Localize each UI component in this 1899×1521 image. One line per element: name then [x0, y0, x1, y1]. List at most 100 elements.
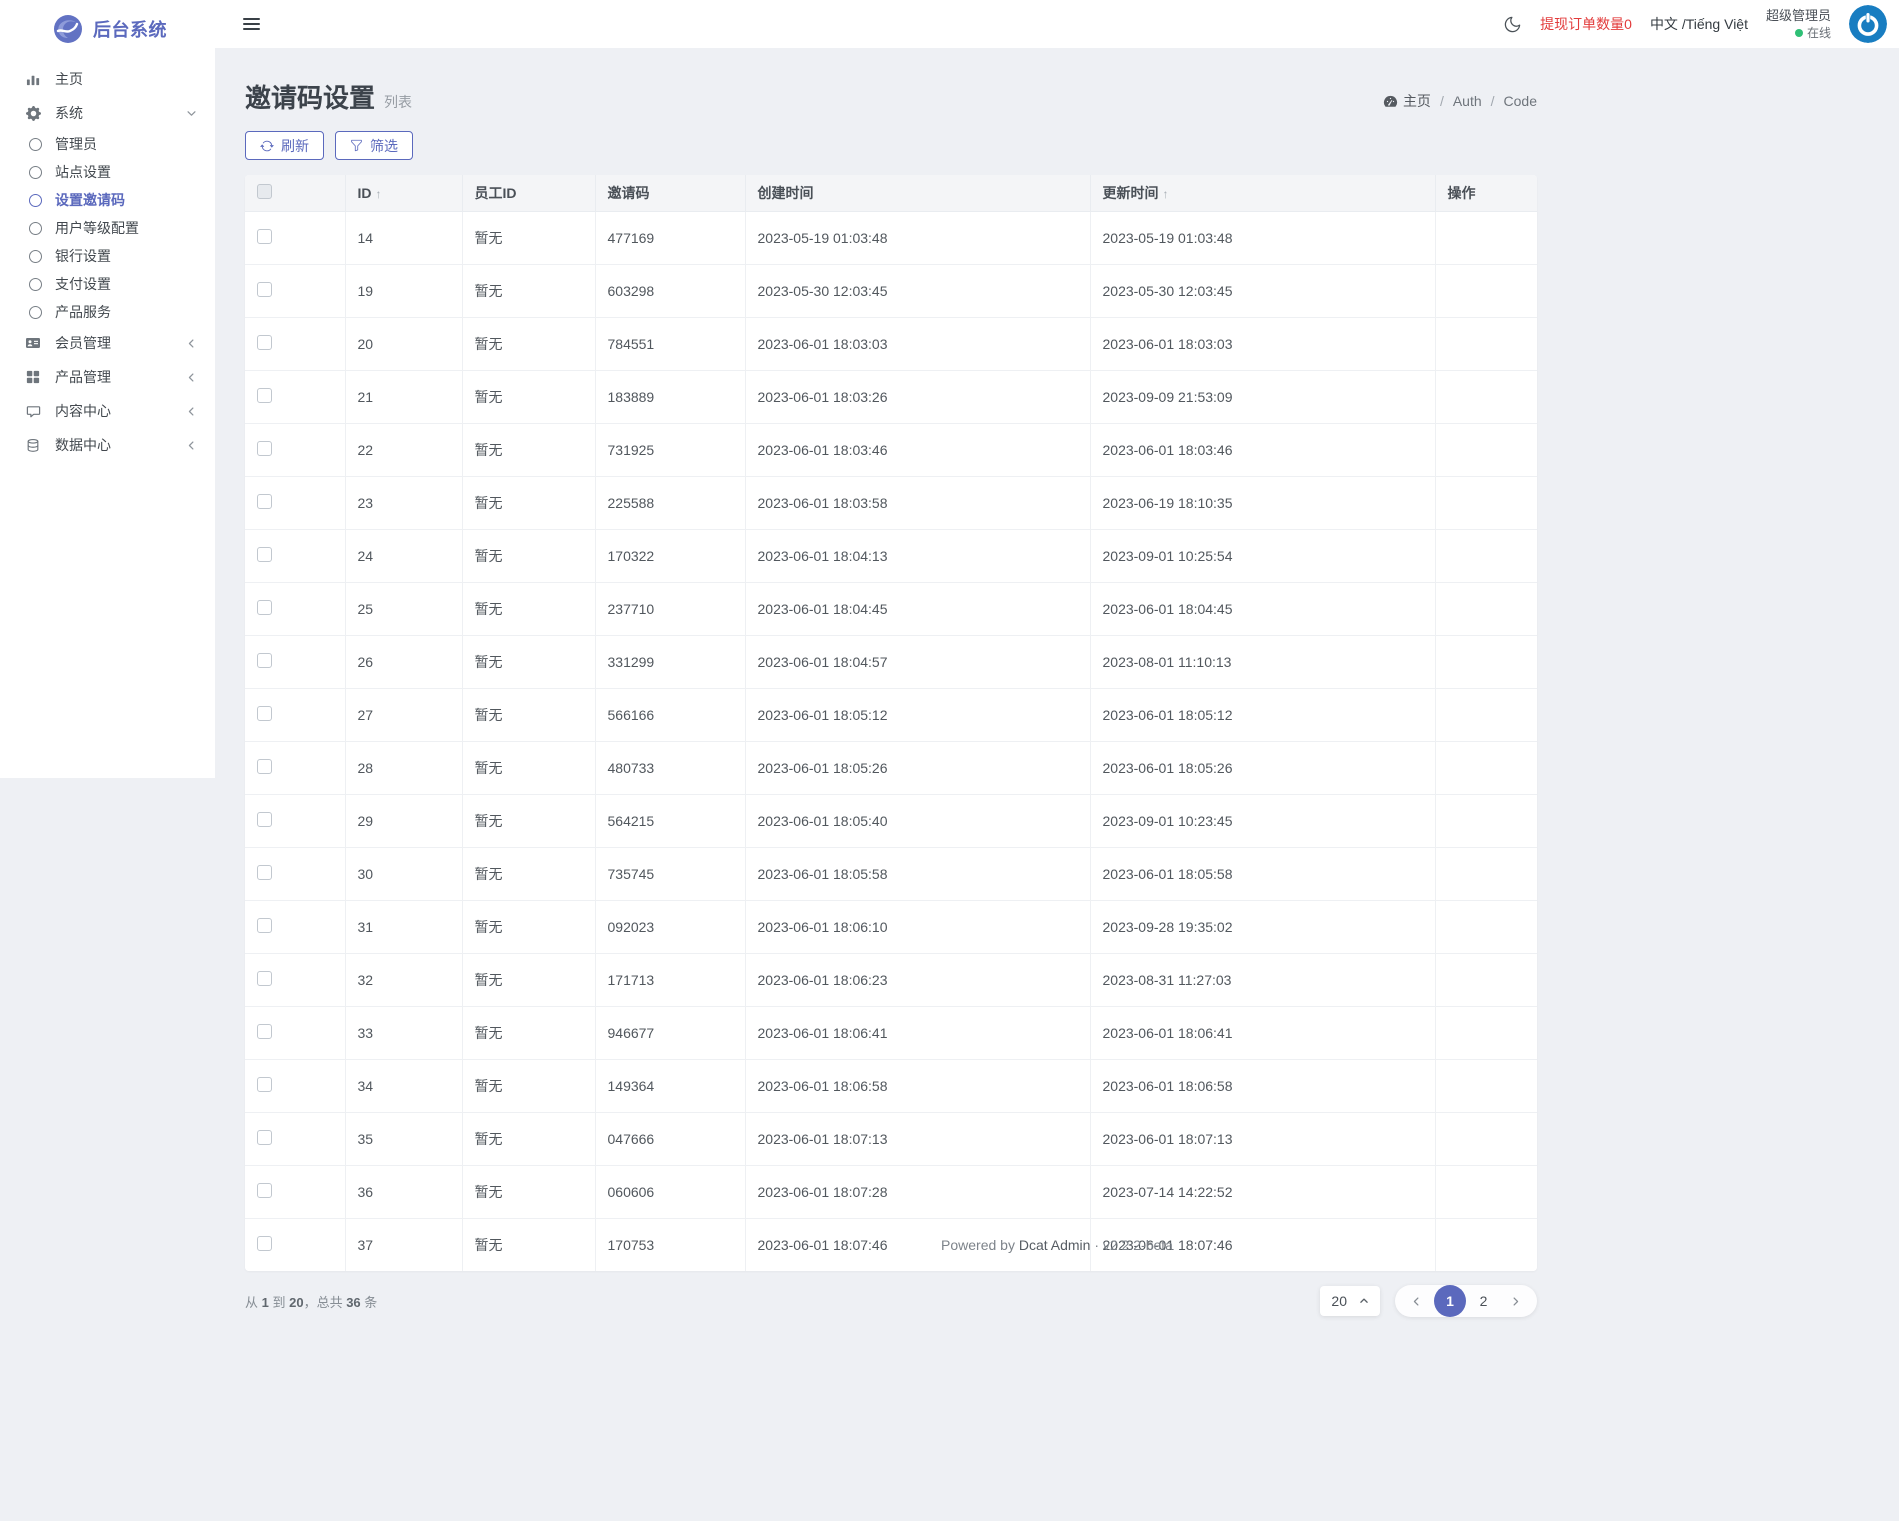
row-checkbox[interactable] [257, 971, 272, 986]
row-checkbox[interactable] [257, 229, 272, 244]
row-checkbox[interactable] [257, 600, 272, 615]
header-cell-code: 邀请码 [595, 175, 745, 212]
sidebar-subitem-invite-code[interactable]: 设置邀请码 [0, 186, 215, 214]
user-avatar[interactable] [1849, 5, 1887, 43]
refresh-button[interactable]: 刷新 [245, 131, 324, 160]
sidebar-item-label: 内容中心 [55, 401, 111, 421]
cell-updated-at: 2023-06-01 18:06:58 [1090, 1060, 1435, 1113]
row-checkbox[interactable] [257, 706, 272, 721]
row-checkbox[interactable] [257, 1024, 272, 1039]
main-content: 邀请码设置 列表 主页 / Auth / Code [245, 48, 1537, 1317]
sidebar-item-label: 系统 [55, 103, 83, 123]
cell-updated-at: 2023-06-01 18:05:26 [1090, 742, 1435, 795]
pager-page-1[interactable]: 1 [1434, 1285, 1466, 1317]
sidebar-subitem-user-level[interactable]: 用户等级配置 [0, 214, 215, 242]
language-switcher[interactable]: 中文 /Tiếng Việt [1650, 14, 1748, 34]
header-cell-updated_at[interactable]: 更新时间↑ [1090, 175, 1435, 212]
cell-select [245, 1166, 345, 1219]
row-checkbox[interactable] [257, 547, 272, 562]
cell-actions [1435, 636, 1537, 689]
sidebar: 后台系统 主页系统管理员站点设置设置邀请码用户等级配置银行设置支付设置产品服务会… [0, 0, 215, 778]
cell-updated-at: 2023-06-19 18:10:35 [1090, 477, 1435, 530]
dark-mode-moon-icon[interactable] [1503, 15, 1522, 34]
sidebar-item-products[interactable]: 产品管理 [0, 360, 215, 394]
circle-icon [29, 194, 42, 207]
pager-next-button[interactable] [1501, 1287, 1530, 1316]
cell-actions [1435, 477, 1537, 530]
row-checkbox[interactable] [257, 759, 272, 774]
withdraw-orders-badge[interactable]: 提现订单数量0 [1540, 14, 1632, 34]
sidebar-subitem-product-service[interactable]: 产品服务 [0, 298, 215, 326]
cell-id: 25 [345, 583, 462, 636]
row-checkbox[interactable] [257, 441, 272, 456]
row-checkbox[interactable] [257, 282, 272, 297]
row-checkbox[interactable] [257, 388, 272, 403]
row-checkbox[interactable] [257, 494, 272, 509]
cell-select [245, 848, 345, 901]
cell-code: 477169 [595, 212, 745, 265]
sidebar-item-data-center[interactable]: 数据中心 [0, 428, 215, 462]
cell-actions [1435, 371, 1537, 424]
filter-button[interactable]: 筛选 [335, 131, 413, 160]
cell-staff-id: 暂无 [462, 795, 595, 848]
cell-code: 564215 [595, 795, 745, 848]
header-cell-id[interactable]: ID↑ [345, 175, 462, 212]
cell-created-at: 2023-06-01 18:03:26 [745, 371, 1090, 424]
row-checkbox[interactable] [257, 1077, 272, 1092]
row-checkbox[interactable] [257, 865, 272, 880]
cell-code: 170322 [595, 530, 745, 583]
admin-page: 后台系统 主页系统管理员站点设置设置邀请码用户等级配置银行设置支付设置产品服务会… [0, 0, 1899, 1521]
cell-id: 19 [345, 265, 462, 318]
cell-select [245, 1007, 345, 1060]
row-checkbox[interactable] [257, 812, 272, 827]
row-checkbox[interactable] [257, 653, 272, 668]
cell-actions [1435, 1113, 1537, 1166]
user-menu[interactable]: 超级管理员 在线 [1766, 7, 1831, 42]
sidebar-subitem-bank-settings[interactable]: 银行设置 [0, 242, 215, 270]
row-checkbox[interactable] [257, 335, 272, 350]
table-footer: 从 1 到 20，总共 36 条 20 12 [245, 1285, 1537, 1317]
row-checkbox[interactable] [257, 1183, 272, 1198]
cell-updated-at: 2023-05-19 01:03:48 [1090, 212, 1435, 265]
user-status: 在线 [1766, 25, 1831, 42]
sidebar-subitem-site-settings[interactable]: 站点设置 [0, 158, 215, 186]
cell-updated-at: 2023-09-28 19:35:02 [1090, 901, 1435, 954]
sidebar-subitem-admins[interactable]: 管理员 [0, 130, 215, 158]
comment-icon [24, 404, 42, 419]
sidebar-toggle-button[interactable] [237, 12, 266, 36]
page-size-select[interactable]: 20 [1320, 1286, 1380, 1316]
sidebar-subitem-label: 银行设置 [55, 246, 111, 266]
header-label: 操作 [1448, 185, 1476, 201]
cell-staff-id: 暂无 [462, 583, 595, 636]
pagination-info: 从 1 到 20，总共 36 条 [245, 1292, 377, 1311]
cell-code: 225588 [595, 477, 745, 530]
breadcrumb-home[interactable]: 主页 [1383, 91, 1431, 111]
grid-icon [24, 370, 42, 384]
sidebar-item-content-center[interactable]: 内容中心 [0, 394, 215, 428]
sidebar-item-label: 数据中心 [55, 435, 111, 455]
pager-page-2[interactable]: 2 [1469, 1287, 1498, 1316]
cell-select [245, 583, 345, 636]
cell-id: 23 [345, 477, 462, 530]
sidebar-item-home[interactable]: 主页 [0, 62, 215, 96]
chevron-left-icon [186, 440, 197, 451]
sidebar-subitem-payment-settings[interactable]: 支付设置 [0, 270, 215, 298]
page-header: 邀请码设置 列表 主页 / Auth / Code [245, 78, 1537, 115]
sidebar-item-system[interactable]: 系统 [0, 96, 215, 130]
cell-staff-id: 暂无 [462, 1113, 595, 1166]
cell-staff-id: 暂无 [462, 371, 595, 424]
sidebar-item-members[interactable]: 会员管理 [0, 326, 215, 360]
row-checkbox[interactable] [257, 918, 272, 933]
table-row: 30暂无7357452023-06-01 18:05:582023-06-01 … [245, 848, 1537, 901]
row-checkbox[interactable] [257, 1130, 272, 1145]
cell-staff-id: 暂无 [462, 1007, 595, 1060]
cell-updated-at: 2023-08-31 11:27:03 [1090, 954, 1435, 1007]
pager-prev-button[interactable] [1402, 1287, 1431, 1316]
cell-created-at: 2023-06-01 18:07:13 [745, 1113, 1090, 1166]
chevron-down-icon [186, 108, 197, 119]
select-all-checkbox[interactable] [257, 184, 272, 199]
cell-code: 171713 [595, 954, 745, 1007]
brand-logo[interactable]: 后台系统 [0, 0, 215, 58]
circle-icon [29, 222, 42, 235]
dcat-admin-link[interactable]: Dcat Admin [1019, 1237, 1091, 1253]
